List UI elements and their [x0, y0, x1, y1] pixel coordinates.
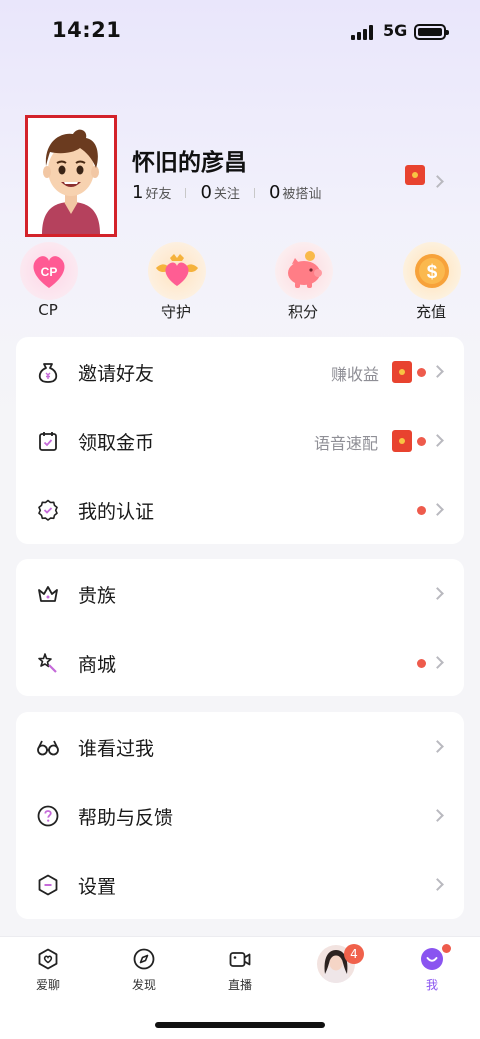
menu-item-verification[interactable]: 我的认证: [16, 475, 464, 544]
quick-action-recharge[interactable]: $ 充值: [386, 240, 476, 326]
quick-action-points[interactable]: 积分: [258, 240, 348, 326]
unread-badge: 4: [344, 944, 364, 964]
chevron-right-icon: [431, 587, 444, 600]
svg-text:$: $: [427, 262, 438, 283]
signal-icon: [351, 24, 375, 40]
profile-stats: 1 好友 0 关注 0 被搭讪: [132, 182, 321, 203]
quick-action-label: 积分: [287, 303, 318, 321]
chevron-right-icon: [431, 809, 444, 822]
money-bag-icon: [38, 363, 58, 383]
notification-dot: [417, 659, 426, 668]
approached-label[interactable]: 被搭讪: [282, 183, 321, 202]
tab-label: 我: [425, 978, 438, 992]
chat-heart-icon: [38, 948, 58, 970]
magic-wand-icon: [38, 653, 57, 673]
menu-item-nobility[interactable]: 贵族: [16, 559, 464, 628]
tab-chat[interactable]: 爱聊: [0, 937, 96, 999]
help-icon: [37, 805, 59, 827]
status-time: 14:21: [52, 18, 122, 42]
piggy-bank-icon: [275, 242, 333, 300]
network-type: 5G: [383, 21, 408, 40]
tab-live[interactable]: 直播: [192, 937, 288, 999]
battery-icon: [414, 24, 449, 40]
red-packet-icon: [392, 361, 412, 383]
menu-item-label: 谁看过我: [78, 738, 155, 760]
chevron-right-icon: [431, 434, 444, 447]
menu-item-label: 贵族: [78, 585, 117, 607]
red-packet-icon: [392, 430, 412, 452]
crown-icon: [38, 586, 58, 602]
stat-divider: [185, 187, 187, 198]
nickname: 怀旧的彦昌: [132, 150, 247, 176]
menu-card-rewards: 邀请好友 赚收益 领取金币 语音速配 我的认证: [16, 337, 464, 544]
chevron-right-icon: [431, 365, 444, 378]
guard-wings-icon: [148, 242, 206, 300]
menu-item-label: 邀请好友: [78, 363, 155, 385]
tab-me[interactable]: 我: [384, 937, 480, 999]
tab-messages[interactable]: 4: [288, 937, 384, 999]
tab-label: 爱聊: [35, 978, 60, 992]
verified-badge-icon: [38, 499, 58, 521]
menu-card-premium: 贵族 商城: [16, 559, 464, 696]
menu-item-help-feedback[interactable]: 帮助与反馈: [16, 781, 464, 850]
menu-item-hint: 语音速配: [314, 434, 379, 453]
menu-item-visitors[interactable]: 谁看过我: [16, 712, 464, 781]
friends-label[interactable]: 好友: [145, 183, 171, 202]
calendar-icon: [39, 432, 57, 451]
profile-header[interactable]: 怀旧的彦昌 1 好友 0 关注 0 被搭讪: [0, 110, 480, 240]
gold-coin-icon: $: [403, 242, 461, 300]
tab-discover[interactable]: 发现: [96, 937, 192, 999]
following-label[interactable]: 关注: [214, 183, 240, 202]
tab-label: 直播: [227, 978, 252, 992]
status-bar: 14:21 5G: [0, 0, 480, 64]
following-count[interactable]: 0: [200, 182, 211, 203]
quick-action-label: 充值: [415, 303, 446, 321]
notification-dot: [417, 437, 426, 446]
menu-item-label: 我的认证: [78, 501, 155, 523]
glasses-icon: [37, 740, 59, 756]
quick-action-label: CP: [38, 301, 58, 319]
tab-label: 发现: [131, 978, 156, 992]
notification-dot: [417, 368, 426, 377]
quick-actions: CP CP 守护 积分 $ 充值: [0, 240, 480, 330]
svg-text:CP: CP: [41, 265, 58, 279]
video-camera-icon: [229, 952, 251, 967]
menu-item-label: 商城: [78, 654, 117, 676]
menu-item-settings[interactable]: 设置: [16, 850, 464, 919]
notification-dot: [442, 944, 451, 953]
quick-action-label: 守护: [160, 303, 191, 321]
menu-item-label: 设置: [78, 876, 117, 898]
home-indicator[interactable]: [155, 1022, 325, 1028]
compass-icon: [133, 948, 155, 970]
stat-divider: [253, 187, 255, 198]
settings-icon: [38, 874, 58, 896]
menu-item-mall[interactable]: 商城: [16, 628, 464, 697]
chevron-right-icon: [431, 656, 444, 669]
chevron-right-icon[interactable]: [431, 175, 444, 188]
cp-heart-icon: CP: [20, 242, 78, 300]
notification-dot: [417, 506, 426, 515]
chevron-right-icon: [431, 740, 444, 753]
menu-item-claim-coins[interactable]: 领取金币 语音速配: [16, 406, 464, 475]
quick-action-cp[interactable]: CP CP: [3, 240, 93, 326]
menu-item-invite-friends[interactable]: 邀请好友 赚收益: [16, 337, 464, 406]
red-packet-icon[interactable]: [405, 165, 425, 185]
menu-item-label: 帮助与反馈: [78, 807, 174, 829]
approached-count[interactable]: 0: [269, 182, 280, 203]
menu-item-label: 领取金币: [78, 432, 155, 454]
avatar[interactable]: [25, 115, 117, 237]
chevron-right-icon: [431, 878, 444, 891]
quick-action-guard[interactable]: 守护: [131, 240, 221, 326]
menu-card-general: 谁看过我 帮助与反馈 设置: [16, 712, 464, 919]
chevron-right-icon: [431, 503, 444, 516]
menu-item-hint: 赚收益: [331, 365, 380, 384]
me-smile-icon: [421, 948, 443, 970]
friends-count[interactable]: 1: [132, 182, 143, 203]
